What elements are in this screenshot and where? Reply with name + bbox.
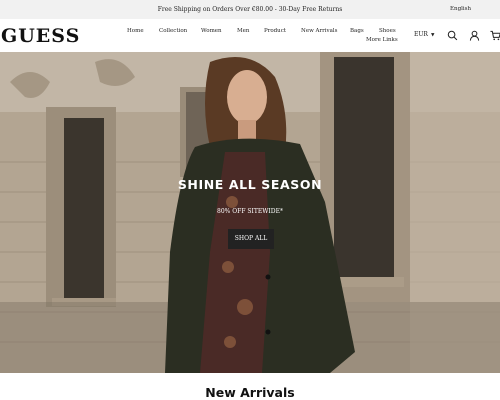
search-icon[interactable] [447, 30, 458, 41]
hero-subtitle: 80% OFF SITEWIDE* [217, 208, 283, 215]
nav-home[interactable]: Home [127, 28, 144, 34]
announcement-bar: Free Shipping on Orders Over €80.00 - 30… [0, 0, 500, 19]
site-header: GUESS Home Collection Women Men Product … [0, 19, 500, 52]
hero-title: SHINE ALL SEASON [177, 177, 323, 192]
nav-collection[interactable]: Collection [159, 28, 187, 34]
nav-men[interactable]: Men [237, 28, 249, 34]
nav-new-arrivals[interactable]: New Arrivals [301, 28, 337, 34]
nav-shoes[interactable]: Shoes [379, 28, 396, 34]
nav-more-links[interactable]: More Links [366, 37, 398, 43]
shop-all-button[interactable]: SHOP ALL [228, 229, 274, 249]
currency-label: EUR [414, 31, 428, 38]
language-selector[interactable]: English [450, 0, 471, 19]
cart-icon[interactable] [490, 30, 500, 41]
announcement-text: Free Shipping on Orders Over €80.00 - 30… [157, 6, 343, 13]
nav-bags[interactable]: Bags [350, 28, 364, 34]
currency-selector[interactable]: EUR ▼ [414, 31, 434, 38]
chevron-down-icon: ▼ [430, 33, 435, 38]
nav-product[interactable]: Product [264, 28, 286, 34]
hero-banner[interactable]: SHINE ALL SEASON 80% OFF SITEWIDE* SHOP … [0, 52, 500, 373]
brand-logo[interactable]: GUESS [1, 25, 80, 47]
account-icon[interactable] [469, 30, 480, 41]
new-arrivals-heading: New Arrivals [205, 385, 295, 400]
nav-women[interactable]: Women [201, 28, 222, 34]
